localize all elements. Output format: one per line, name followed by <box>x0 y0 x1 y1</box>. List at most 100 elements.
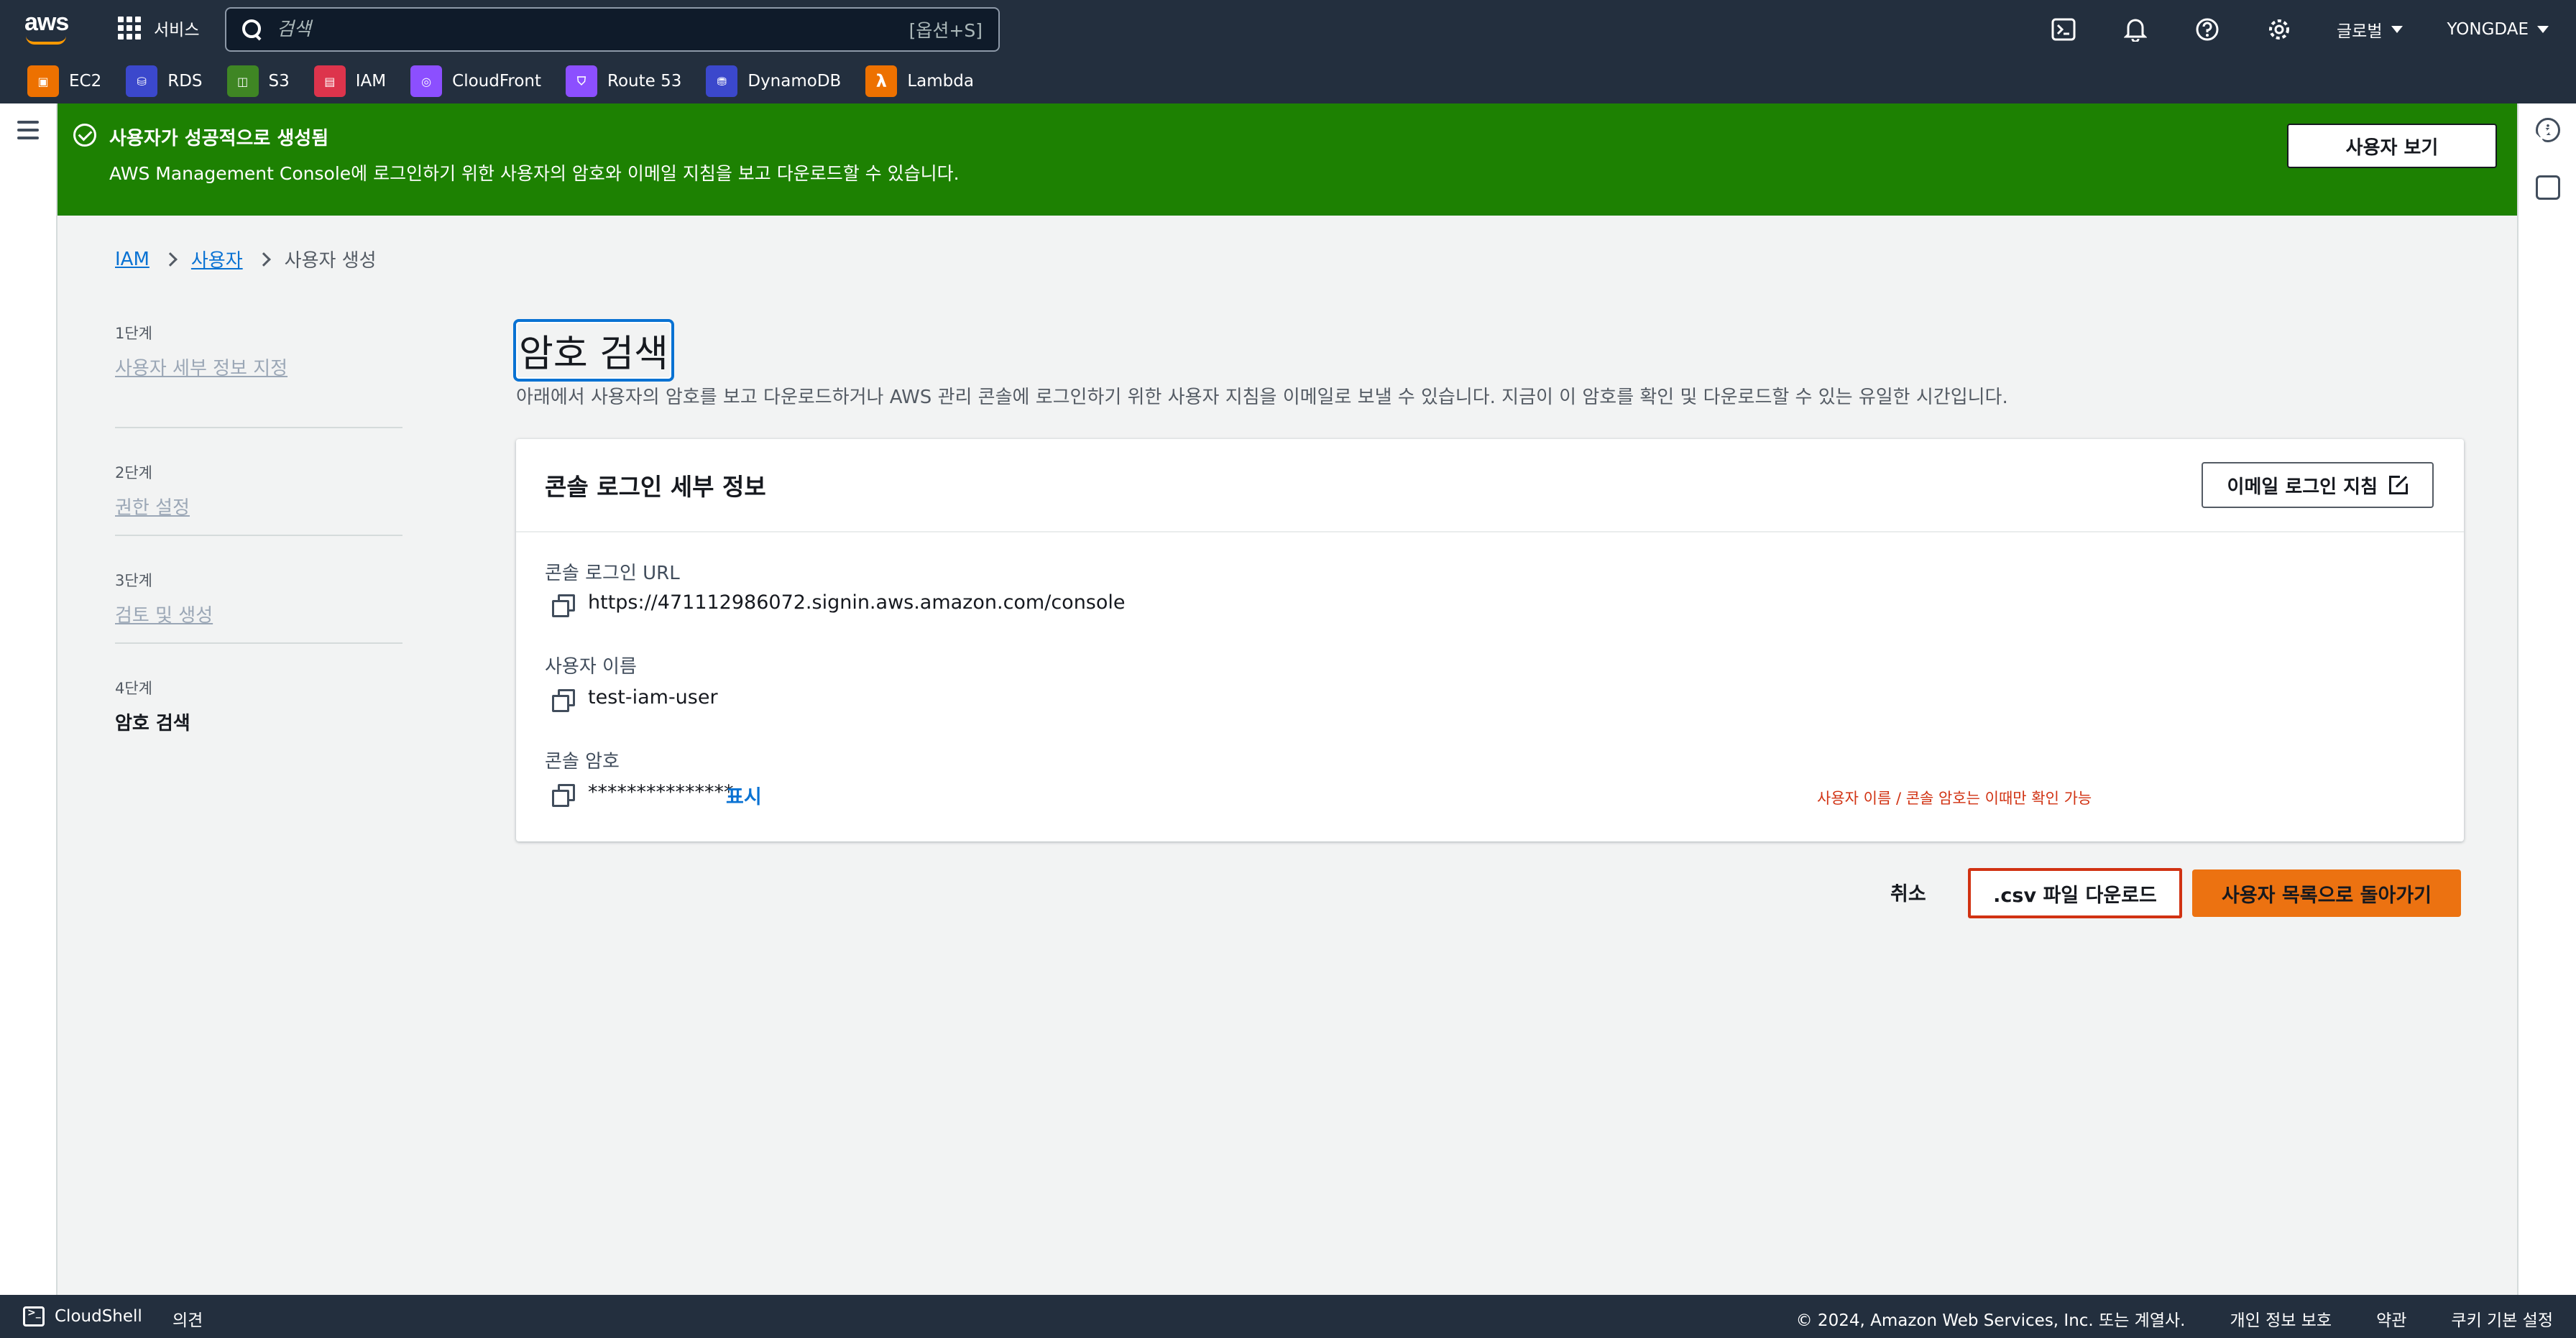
cloudshell-button[interactable]: CloudShell <box>23 1306 142 1327</box>
region-selector[interactable]: 글로벌 <box>2337 17 2403 42</box>
top-navigation: aws 서비스 [옵션+S] 글로벌 YONGDAE <box>0 0 2576 59</box>
email-instructions-button[interactable]: 이메일 로그인 지침 <box>2201 462 2434 508</box>
username-label: 사용자 이름 <box>545 656 637 678</box>
external-link-icon <box>2389 474 2410 494</box>
s3-icon: ◫ <box>226 65 259 97</box>
step-1: 1단계 사용자 세부 정보 지정 <box>115 320 402 428</box>
cloudshell-label: CloudShell <box>55 1307 142 1326</box>
copy-icon[interactable] <box>552 594 575 617</box>
login-url-label: 콘솔 로그인 URL <box>545 563 680 584</box>
favorite-iam[interactable]: ▤ IAM <box>313 65 387 97</box>
cancel-button[interactable]: 취소 <box>1879 871 1938 913</box>
flash-description: AWS Management Console에 로그인하기 위한 사용자의 암호… <box>109 163 960 184</box>
region-label: 글로벌 <box>2337 22 2383 41</box>
chevron-right-icon <box>256 252 271 267</box>
step-label: 사용자 세부 정보 지정 <box>115 358 288 379</box>
check-circle-icon <box>73 124 96 147</box>
cookie-preferences-link[interactable]: 쿠키 기본 설정 <box>2451 1306 2553 1331</box>
hexagon-icon[interactable] <box>2536 175 2560 200</box>
step-3: 3단계 검토 및 생성 <box>115 536 402 644</box>
login-url-value: https://471112986072.signin.aws.amazon.c… <box>588 591 1126 614</box>
favorite-label: RDS <box>167 72 203 91</box>
step-number: 4단계 <box>115 680 153 697</box>
search-shortcut: [옵션+S] <box>908 20 983 41</box>
annotation-note: 사용자 이름 / 콘솔 암호는 이때만 확인 가능 <box>1817 790 2092 807</box>
iam-icon: ▤ <box>313 65 346 97</box>
favorite-dynamodb[interactable]: ⛃ DynamoDB <box>706 65 841 97</box>
copyright-text: © 2024, Amazon Web Services, Inc. 또는 계열사… <box>1795 1311 2186 1330</box>
grid-icon <box>118 17 141 40</box>
route53-icon: ⛉ <box>566 65 598 97</box>
aws-logo[interactable]: aws <box>24 9 69 45</box>
feedback-link[interactable]: 의견 <box>172 1306 203 1331</box>
dynamodb-icon: ⛃ <box>706 65 738 97</box>
card-header: 콘솔 로그인 세부 정보 이메일 로그인 지침 <box>516 439 2464 532</box>
privacy-link[interactable]: 개인 정보 보호 <box>2230 1306 2332 1331</box>
view-user-button[interactable]: 사용자 보기 <box>2287 124 2497 168</box>
step-number: 3단계 <box>115 572 153 589</box>
back-to-users-button[interactable]: 사용자 목록으로 돌아가기 <box>2192 869 2461 917</box>
show-password-link[interactable]: 표시 <box>726 781 762 809</box>
username-value: test-iam-user <box>588 686 718 709</box>
footer-links: © 2024, Amazon Web Services, Inc. 또는 계열사… <box>1796 1306 2553 1331</box>
help-icon[interactable] <box>2193 15 2222 44</box>
rds-icon: ⛁ <box>126 65 158 97</box>
download-csv-button[interactable]: .csv 파일 다운로드 <box>1968 868 2182 918</box>
account-menu[interactable]: YONGDAE <box>2447 20 2549 39</box>
search-icon <box>242 19 262 40</box>
breadcrumb-iam[interactable]: IAM <box>115 249 150 270</box>
terminal-icon <box>23 1306 45 1327</box>
copy-icon[interactable] <box>552 689 575 712</box>
caret-down-icon <box>2537 26 2549 33</box>
left-rail <box>0 103 58 1295</box>
page-title: 암호 검색 <box>513 319 674 382</box>
favorite-cloudfront[interactable]: ◎ CloudFront <box>410 65 541 97</box>
password-value: *************** <box>588 781 734 803</box>
step-number: 1단계 <box>115 325 153 342</box>
step-4: 4단계 암호 검색 <box>115 644 402 752</box>
step-label: 권한 설정 <box>115 497 190 519</box>
right-rail: i <box>2517 103 2576 1295</box>
caret-down-icon <box>2391 26 2403 33</box>
terms-link[interactable]: 약관 <box>2376 1306 2406 1331</box>
favorite-label: IAM <box>355 72 387 91</box>
favorite-rds[interactable]: ⛁ RDS <box>126 65 203 97</box>
flash-title: 사용자가 성공적으로 생성됨 <box>109 128 329 149</box>
search-input[interactable] <box>277 19 909 40</box>
services-label: 서비스 <box>154 21 200 40</box>
copy-icon[interactable] <box>552 784 575 807</box>
step-2: 2단계 권한 설정 <box>115 428 402 536</box>
breadcrumb-users[interactable]: 사용자 <box>191 246 243 272</box>
favorite-label: Lambda <box>907 72 974 91</box>
ec2-icon: ▣ <box>27 65 59 97</box>
cloudfront-icon: ◎ <box>410 65 443 97</box>
wizard-steps: 1단계 사용자 세부 정보 지정 2단계 권한 설정 3단계 검토 및 생성 4… <box>115 320 402 752</box>
bell-icon[interactable] <box>2121 15 2150 44</box>
step-label: 암호 검색 <box>115 713 190 734</box>
close-icon[interactable] <box>2526 125 2554 154</box>
step-label: 검토 및 생성 <box>115 605 213 627</box>
login-details-card: 콘솔 로그인 세부 정보 이메일 로그인 지침 콘솔 로그인 URL https… <box>516 439 2464 841</box>
favorite-s3[interactable]: ◫ S3 <box>226 65 290 97</box>
search-box[interactable]: [옵션+S] <box>225 7 1000 52</box>
favorite-ec2[interactable]: ▣ EC2 <box>27 65 101 97</box>
gear-icon[interactable] <box>2265 15 2294 44</box>
footer: CloudShell 의견 © 2024, Amazon Web Service… <box>0 1295 2576 1338</box>
favorite-label: S3 <box>268 72 290 91</box>
favorites-bar: ▣ EC2 ⛁ RDS ◫ S3 ▤ IAM ◎ CloudFront ⛉ Route 53… <box>0 59 2576 103</box>
cloudshell-icon[interactable] <box>2049 15 2078 44</box>
breadcrumb: IAM 사용자 사용자 생성 <box>115 246 377 272</box>
nav-right: 글로벌 YONGDAE <box>2049 0 2576 59</box>
step-number: 2단계 <box>115 464 153 481</box>
account-label: YONGDAE <box>2447 20 2529 39</box>
page-description: 아래에서 사용자의 암호를 보고 다운로드하거나 AWS 관리 콘솔에 로그인하… <box>516 387 2008 408</box>
menu-icon[interactable] <box>17 121 39 144</box>
favorite-label: Route 53 <box>607 72 682 91</box>
favorite-route53[interactable]: ⛉ Route 53 <box>566 65 681 97</box>
favorite-label: CloudFront <box>452 72 542 91</box>
services-button[interactable]: 서비스 <box>118 16 199 40</box>
card-title: 콘솔 로그인 세부 정보 <box>545 473 766 501</box>
chevron-right-icon <box>162 252 178 267</box>
email-button-label: 이메일 로그인 지침 <box>2227 476 2378 498</box>
favorite-lambda[interactable]: λ Lambda <box>865 65 974 97</box>
